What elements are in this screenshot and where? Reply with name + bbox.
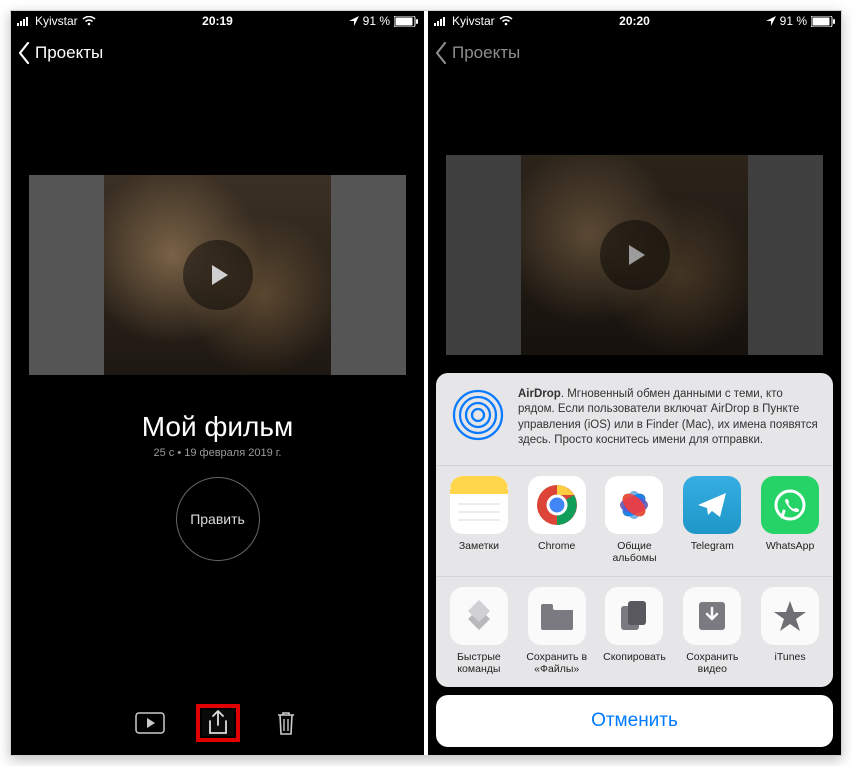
phone-left: Kyivstar 20:19 91 % Проекты [11, 11, 424, 755]
share-app-whatsapp[interactable]: WhatsApp [751, 476, 829, 564]
share-app-chrome[interactable]: Chrome [518, 476, 596, 564]
action-save-files[interactable]: Сохранить в «Файлы» [518, 587, 596, 675]
nav-back[interactable]: Проекты [11, 31, 424, 75]
cancel-button[interactable]: Отменить [436, 695, 833, 747]
edit-button[interactable]: Править [176, 477, 260, 561]
status-bar: Kyivstar 20:20 91 % [428, 11, 841, 31]
action-save-video[interactable]: Сохранить видео [673, 587, 751, 675]
project-title: Мой фильм [11, 411, 424, 443]
share-button[interactable] [202, 710, 234, 736]
share-apps-row: Заметки Chrome [436, 465, 833, 576]
folder-icon [528, 587, 586, 645]
star-icon [761, 587, 819, 645]
chevron-left-icon [17, 42, 31, 64]
airdrop-text: AirDrop. Мгновенный обмен данными с теми… [518, 387, 819, 449]
share-sheet: AirDrop. Мгновенный обмен данными с теми… [436, 373, 833, 747]
clock-label: 20:20 [428, 14, 841, 28]
status-bar: Kyivstar 20:19 91 % [11, 11, 424, 31]
whatsapp-icon [761, 476, 819, 534]
share-app-telegram[interactable]: Telegram [673, 476, 751, 564]
play-button[interactable] [134, 710, 166, 736]
action-copy[interactable]: Скопировать [596, 587, 674, 675]
bottom-toolbar [11, 691, 424, 755]
share-app-notes[interactable]: Заметки [440, 476, 518, 564]
project-meta: 25 с • 19 февраля 2019 г. [11, 447, 424, 459]
video-preview [446, 155, 823, 355]
action-shortcuts[interactable]: Быстрые команды [440, 587, 518, 675]
airdrop-section: AirDrop. Мгновенный обмен данными с теми… [436, 373, 833, 465]
play-icon [600, 220, 670, 290]
play-icon [183, 240, 253, 310]
action-itunes[interactable]: iTunes [751, 587, 829, 675]
chevron-left-icon [434, 42, 448, 64]
photos-icon [605, 476, 663, 534]
clock-label: 20:19 [11, 14, 424, 28]
share-actions-row: Быстрые команды Сохранить в «Файлы» Скоп… [436, 576, 833, 687]
telegram-icon [683, 476, 741, 534]
chrome-icon [528, 476, 586, 534]
video-preview[interactable] [29, 175, 406, 375]
phone-right: Kyivstar 20:20 91 % Проекты [428, 11, 841, 755]
notes-icon [450, 476, 508, 534]
trash-button[interactable] [270, 710, 302, 736]
copy-icon [605, 587, 663, 645]
shortcuts-icon [450, 587, 508, 645]
download-icon [683, 587, 741, 645]
nav-back[interactable]: Проекты [428, 31, 841, 75]
nav-back-label: Проекты [452, 43, 520, 63]
nav-back-label: Проекты [35, 43, 103, 63]
airdrop-icon [450, 387, 506, 443]
share-app-shared-albums[interactable]: Общие альбомы [596, 476, 674, 564]
